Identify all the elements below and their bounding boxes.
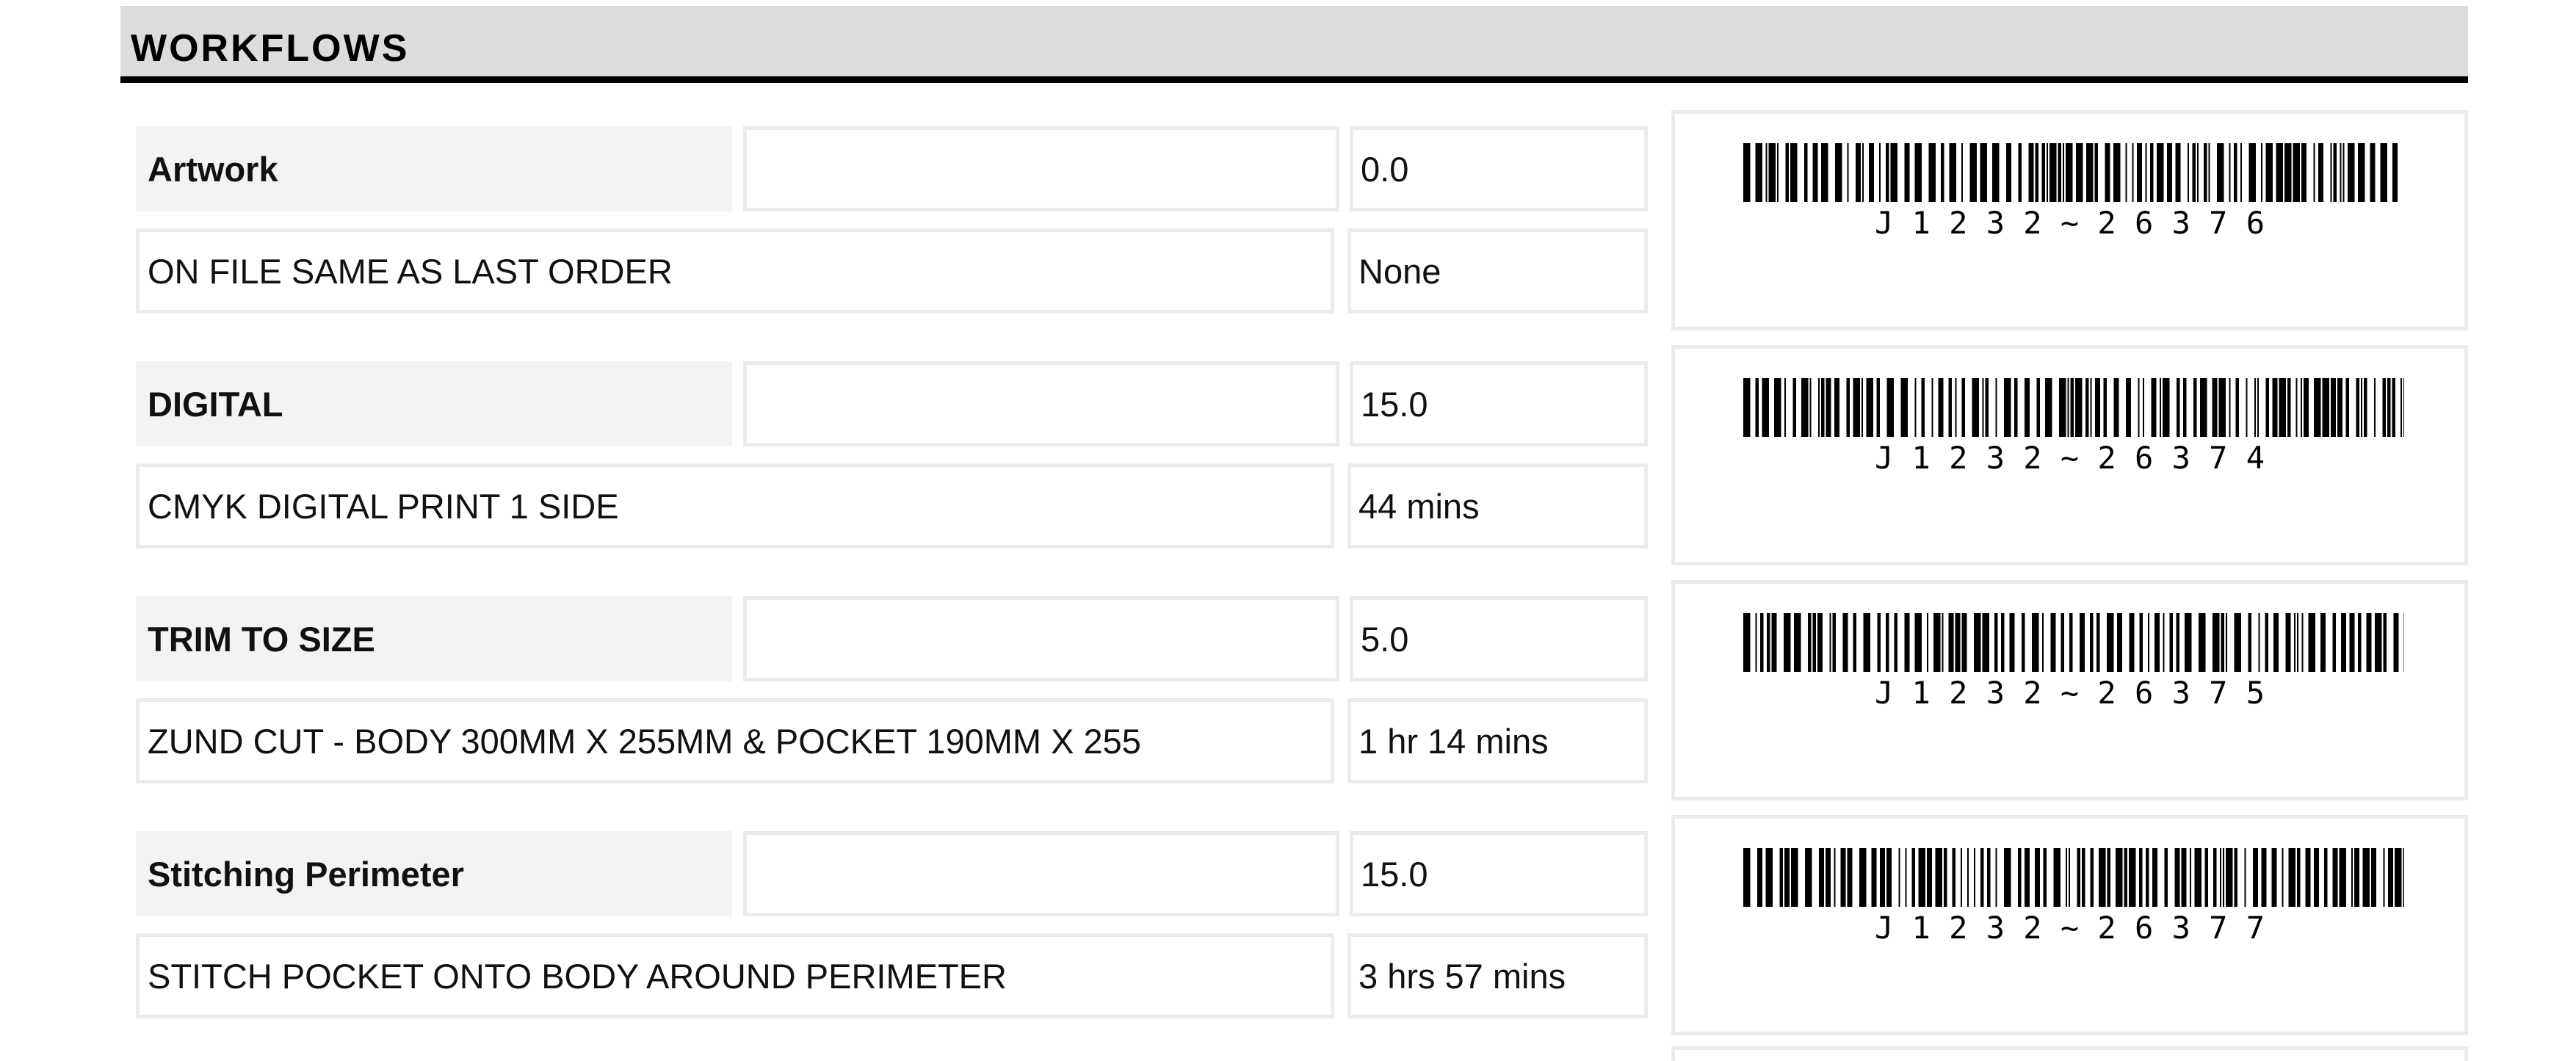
section-header: WORKFLOWS xyxy=(120,6,2468,83)
barcode-panel: J 1 2 3 2 ~ 2 6 3 7 4 xyxy=(1671,345,2468,565)
workflow-quantity: 15.0 xyxy=(1350,361,1648,446)
workflow-description: CMYK DIGITAL PRINT 1 SIDE xyxy=(136,463,1334,548)
workflow-description: ON FILE SAME AS LAST ORDER xyxy=(136,228,1334,314)
workflow-title: DIGITAL xyxy=(136,361,732,446)
workflow-time: None xyxy=(1347,228,1648,314)
workflow-title: Artwork xyxy=(136,126,732,211)
workflow-quantity: 0.0 xyxy=(1350,126,1648,211)
workflow-notes-field xyxy=(743,596,1339,681)
workflow-time: 3 hrs 57 mins xyxy=(1347,933,1648,1018)
barcode-panel-partial xyxy=(1671,1046,2468,1061)
workflow-description: ZUND CUT - BODY 300MM X 255MM & POCKET 1… xyxy=(136,698,1334,783)
workflow-notes-field xyxy=(743,831,1339,916)
workflow-description: STITCH POCKET ONTO BODY AROUND PERIMETER xyxy=(136,933,1334,1018)
workflow-quantity: 15.0 xyxy=(1350,831,1648,916)
barcode-panel: J 1 2 3 2 ~ 2 6 3 7 5 xyxy=(1671,580,2468,800)
barcode-panel: J 1 2 3 2 ~ 2 6 3 7 6 xyxy=(1671,110,2468,330)
barcode-label: J 1 2 3 2 ~ 2 6 3 7 4 xyxy=(1874,440,2265,476)
barcode-panel: J 1 2 3 2 ~ 2 6 3 7 7 xyxy=(1671,815,2468,1035)
workflow-title: TRIM TO SIZE xyxy=(136,596,732,681)
workflow-notes-field xyxy=(743,361,1339,446)
workflow-time: 44 mins xyxy=(1347,463,1648,548)
workflow-notes-field xyxy=(743,126,1339,211)
workflow-time: 1 hr 14 mins xyxy=(1347,698,1648,783)
barcode-label: J 1 2 3 2 ~ 2 6 3 7 7 xyxy=(1874,910,2265,946)
workflow-quantity: 5.0 xyxy=(1350,596,1648,681)
barcode-label: J 1 2 3 2 ~ 2 6 3 7 6 xyxy=(1874,205,2265,241)
section-title: WORKFLOWS xyxy=(131,27,410,70)
workflow-title: Stitching Perimeter xyxy=(136,831,732,916)
barcode-label: J 1 2 3 2 ~ 2 6 3 7 5 xyxy=(1874,675,2265,711)
